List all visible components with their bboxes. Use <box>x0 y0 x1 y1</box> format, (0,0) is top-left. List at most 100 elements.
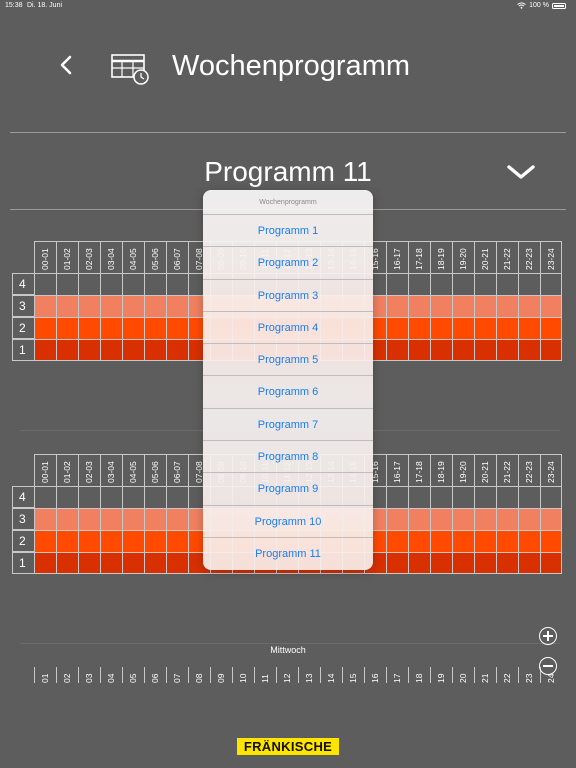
schedule-cell[interactable] <box>430 295 452 317</box>
schedule-cell[interactable] <box>122 486 144 508</box>
schedule-cell[interactable] <box>474 530 496 552</box>
schedule-cell[interactable] <box>144 552 166 574</box>
schedule-cell[interactable] <box>100 508 122 530</box>
schedule-cell[interactable] <box>408 339 430 361</box>
schedule-cell[interactable] <box>518 339 540 361</box>
schedule-cell[interactable] <box>452 339 474 361</box>
schedule-cell[interactable] <box>518 508 540 530</box>
schedule-cell[interactable] <box>540 339 562 361</box>
schedule-cell[interactable] <box>122 552 144 574</box>
schedule-cell[interactable] <box>166 552 188 574</box>
schedule-cell[interactable] <box>144 530 166 552</box>
schedule-cell[interactable] <box>78 552 100 574</box>
schedule-cell[interactable] <box>452 530 474 552</box>
schedule-cell[interactable] <box>386 273 408 295</box>
schedule-cell[interactable] <box>496 486 518 508</box>
program-select[interactable]: Programm 11 <box>0 150 576 194</box>
schedule-cell[interactable] <box>430 273 452 295</box>
schedule-cell[interactable] <box>386 508 408 530</box>
schedule-cell[interactable] <box>34 486 56 508</box>
program-option[interactable]: Programm 10 <box>203 506 373 538</box>
schedule-cell[interactable] <box>430 317 452 339</box>
schedule-cell[interactable] <box>166 530 188 552</box>
chevron-down-icon[interactable] <box>505 160 537 184</box>
schedule-cell[interactable] <box>518 295 540 317</box>
schedule-cell[interactable] <box>56 317 78 339</box>
schedule-cell[interactable] <box>78 295 100 317</box>
schedule-cell[interactable] <box>34 530 56 552</box>
schedule-cell[interactable] <box>78 339 100 361</box>
schedule-cell[interactable] <box>474 295 496 317</box>
schedule-cell[interactable] <box>452 273 474 295</box>
schedule-cell[interactable] <box>496 552 518 574</box>
schedule-cell[interactable] <box>452 508 474 530</box>
schedule-cell[interactable] <box>56 273 78 295</box>
schedule-cell[interactable] <box>430 508 452 530</box>
schedule-cell[interactable] <box>100 317 122 339</box>
schedule-cell[interactable] <box>78 273 100 295</box>
schedule-cell[interactable] <box>56 530 78 552</box>
schedule-cell[interactable] <box>496 339 518 361</box>
schedule-cell[interactable] <box>144 273 166 295</box>
schedule-cell[interactable] <box>56 508 78 530</box>
schedule-cell[interactable] <box>408 273 430 295</box>
schedule-cell[interactable] <box>34 273 56 295</box>
program-option[interactable]: Programm 3 <box>203 280 373 312</box>
schedule-cell[interactable] <box>144 295 166 317</box>
schedule-cell[interactable] <box>386 486 408 508</box>
zoom-out-icon[interactable] <box>539 657 557 675</box>
program-option[interactable]: Programm 7 <box>203 409 373 442</box>
schedule-cell[interactable] <box>540 508 562 530</box>
schedule-cell[interactable] <box>166 295 188 317</box>
schedule-cell[interactable] <box>474 552 496 574</box>
schedule-cell[interactable] <box>408 552 430 574</box>
schedule-cell[interactable] <box>496 508 518 530</box>
schedule-cell[interactable] <box>122 339 144 361</box>
schedule-cell[interactable] <box>166 486 188 508</box>
schedule-cell[interactable] <box>540 273 562 295</box>
zoom-in-icon[interactable] <box>539 627 557 645</box>
schedule-cell[interactable] <box>540 530 562 552</box>
schedule-cell[interactable] <box>34 508 56 530</box>
schedule-cell[interactable] <box>518 530 540 552</box>
schedule-cell[interactable] <box>408 317 430 339</box>
schedule-cell[interactable] <box>408 295 430 317</box>
schedule-cell[interactable] <box>122 295 144 317</box>
schedule-cell[interactable] <box>474 486 496 508</box>
schedule-cell[interactable] <box>386 295 408 317</box>
schedule-cell[interactable] <box>122 508 144 530</box>
schedule-cell[interactable] <box>122 273 144 295</box>
back-chevron-icon[interactable] <box>54 52 80 78</box>
schedule-cell[interactable] <box>408 530 430 552</box>
schedule-cell[interactable] <box>496 273 518 295</box>
schedule-cell[interactable] <box>56 486 78 508</box>
program-option[interactable]: Programm 2 <box>203 247 373 280</box>
schedule-cell[interactable] <box>386 339 408 361</box>
schedule-cell[interactable] <box>144 508 166 530</box>
schedule-cell[interactable] <box>166 508 188 530</box>
schedule-cell[interactable] <box>144 317 166 339</box>
program-option[interactable]: Programm 1 <box>203 215 373 248</box>
schedule-cell[interactable] <box>386 317 408 339</box>
schedule-cell[interactable] <box>474 317 496 339</box>
schedule-cell[interactable] <box>540 486 562 508</box>
schedule-cell[interactable] <box>166 273 188 295</box>
schedule-cell[interactable] <box>166 339 188 361</box>
schedule-cell[interactable] <box>496 317 518 339</box>
program-option[interactable]: Programm 11 <box>203 538 373 570</box>
schedule-cell[interactable] <box>34 339 56 361</box>
schedule-cell[interactable] <box>540 295 562 317</box>
schedule-cell[interactable] <box>100 339 122 361</box>
schedule-cell[interactable] <box>34 295 56 317</box>
schedule-cell[interactable] <box>496 530 518 552</box>
schedule-cell[interactable] <box>100 486 122 508</box>
schedule-cell[interactable] <box>122 317 144 339</box>
schedule-cell[interactable] <box>78 486 100 508</box>
schedule-cell[interactable] <box>474 339 496 361</box>
schedule-cell[interactable] <box>452 317 474 339</box>
schedule-cell[interactable] <box>78 508 100 530</box>
schedule-cell[interactable] <box>540 552 562 574</box>
program-option[interactable]: Programm 9 <box>203 473 373 506</box>
schedule-cell[interactable] <box>452 486 474 508</box>
schedule-cell[interactable] <box>144 339 166 361</box>
